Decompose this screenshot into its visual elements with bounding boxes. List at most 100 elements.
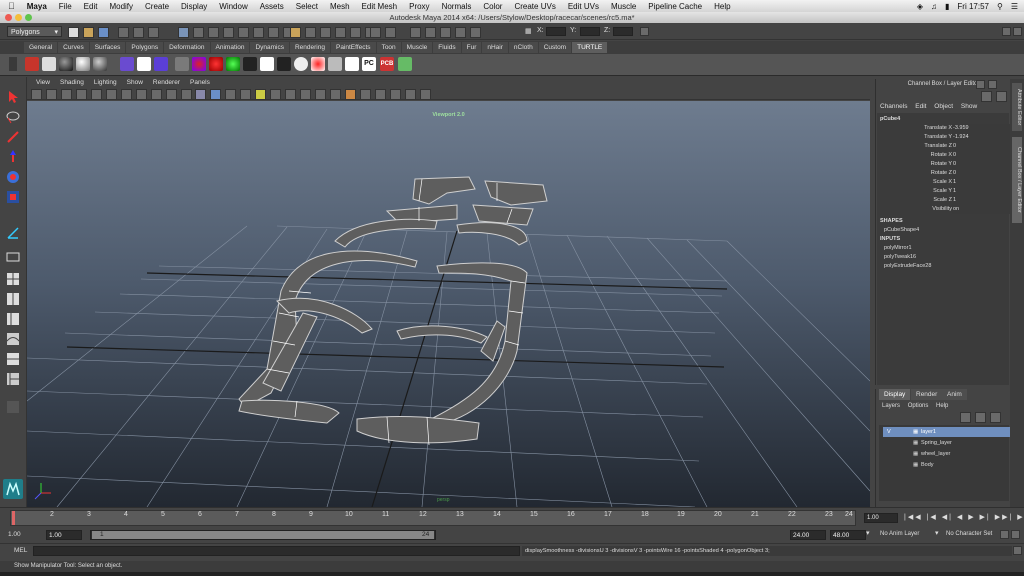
layout-hypershade-icon[interactable] [5, 351, 21, 367]
shelf-tab-ncloth[interactable]: nCloth [508, 42, 538, 53]
panel-close-icon[interactable] [988, 80, 997, 89]
rotate-tool-icon[interactable] [5, 169, 21, 185]
menu-assets[interactable]: Assets [254, 2, 290, 11]
isolate-select-icon[interactable] [345, 89, 357, 100]
edit-menu[interactable]: Edit [915, 103, 926, 110]
snap-point-icon[interactable] [334, 27, 346, 38]
select-hierarchy-icon[interactable] [118, 27, 129, 38]
snap-curve-icon[interactable] [319, 27, 331, 38]
manipulator-tool-icon[interactable] [5, 225, 21, 241]
zoom-window-button[interactable] [25, 14, 32, 21]
mask-joints-icon[interactable] [192, 27, 204, 38]
minimize-window-button[interactable] [15, 14, 22, 21]
sphere-color-icon[interactable] [192, 57, 206, 71]
anti-aliasing-icon[interactable] [315, 89, 327, 100]
lock-selection-icon[interactable] [290, 27, 301, 38]
attr-row-translate-z[interactable]: Translate Z0 [880, 142, 1010, 151]
layer-name[interactable]: layer1 [921, 427, 936, 437]
input-node[interactable]: polyExtrudeFace28 [880, 262, 1014, 271]
go-to-start-icon[interactable]: |◀◀ [904, 514, 923, 521]
perspective-viewport[interactable]: Viewport 2.0 persp [27, 101, 870, 507]
help-menu[interactable]: Help [936, 403, 948, 409]
character-set-dropdown-icon[interactable]: ▾ [935, 529, 939, 537]
shadows-icon[interactable] [270, 89, 282, 100]
layer-tab-anim[interactable]: Anim [942, 389, 967, 400]
attr-value[interactable]: 0 [952, 151, 1010, 160]
attr-row-scale-z[interactable]: Scale Z1 [880, 196, 1010, 205]
z-field[interactable] [613, 27, 633, 36]
sphere-green-icon[interactable] [226, 57, 240, 71]
viewport-menu-panels[interactable]: Panels [185, 79, 215, 86]
attr-value[interactable]: 1 [952, 178, 1010, 187]
lasso-tool-icon[interactable] [5, 109, 21, 125]
auto-key-icon[interactable] [1000, 530, 1009, 539]
soft-mod-tool-icon[interactable] [5, 249, 21, 265]
turtle-render-icon[interactable] [25, 57, 39, 71]
image-plane-icon[interactable] [75, 89, 87, 100]
mask-rendering-icon[interactable] [267, 27, 279, 38]
layer-name[interactable]: wheel_layer [921, 449, 950, 459]
step-back-frame-icon[interactable]: |◀ [927, 514, 938, 521]
step-back-key-icon[interactable]: ◀| [942, 514, 953, 521]
timeline-track[interactable]: 2 3 4 5 6 7 8 9 10 11 12 13 14 15 16 17 … [10, 510, 856, 526]
bookmarks-icon[interactable] [60, 89, 72, 100]
menu-muscle[interactable]: Muscle [605, 2, 642, 11]
toolbox-collapse-icon[interactable] [5, 399, 21, 415]
select-component-icon[interactable] [147, 27, 159, 38]
layer-color-swatch-icon[interactable]: ▦ [913, 449, 918, 459]
smooth-shade-icon[interactable] [210, 89, 222, 100]
anim-layer-dropdown[interactable]: No Anim Layer [880, 531, 919, 537]
menu-modify[interactable]: Modify [103, 2, 139, 11]
move-tool-icon[interactable] [5, 149, 21, 165]
menu-edit-uvs[interactable]: Edit UVs [562, 2, 605, 11]
menu-mesh[interactable]: Mesh [324, 2, 356, 11]
layer-color-swatch-icon[interactable]: ▦ [913, 427, 918, 437]
select-tool-icon[interactable] [5, 89, 21, 105]
xray-joints-icon[interactable] [374, 89, 386, 100]
play-forwards-icon[interactable]: ▶ [968, 514, 975, 521]
layout-single-icon[interactable] [5, 271, 21, 287]
attr-value[interactable]: 0 [952, 160, 1010, 169]
animation-preferences-icon[interactable] [1011, 530, 1020, 539]
safe-action-icon[interactable] [165, 89, 177, 100]
spotlight-search-icon[interactable]: ⚲ [997, 2, 1003, 11]
wireframe-on-shaded-icon[interactable] [225, 89, 237, 100]
step-forward-frame-icon[interactable]: ▶▶| [995, 514, 1014, 521]
shelf-tab-custom[interactable]: Custom [538, 42, 572, 53]
notification-center-icon[interactable]: ☰ [1011, 2, 1018, 11]
step-forward-key-icon[interactable]: ▶| [980, 514, 991, 521]
channel-box-tab[interactable]: Channel Box / Layer Editor [1012, 137, 1022, 223]
film-gate-icon[interactable] [105, 89, 117, 100]
input-node[interactable]: polyTweak16 [880, 253, 1014, 262]
shelf-tab-surfaces[interactable]: Surfaces [89, 42, 126, 53]
viewport-menu-shading[interactable]: Shading [55, 79, 89, 86]
hypershade-icon[interactable] [469, 27, 481, 38]
shelf-menu-icon[interactable] [9, 57, 17, 71]
dark-sphere-icon[interactable] [243, 57, 257, 71]
mask-handles-icon[interactable] [178, 27, 189, 38]
mask-deformations-icon[interactable] [237, 27, 249, 38]
current-frame-field[interactable]: 1.00 [864, 513, 898, 523]
viewport-menu-show[interactable]: Show [122, 79, 148, 86]
shape-node[interactable]: pCubeShape4 [880, 226, 1014, 235]
camera-attributes-icon[interactable] [45, 89, 57, 100]
scale-tool-icon[interactable] [5, 189, 21, 205]
show-menu[interactable]: Show [961, 103, 977, 110]
attribute-editor-tab[interactable]: Attribute Editor [1012, 83, 1022, 131]
torus-icon[interactable] [294, 57, 308, 71]
sphere-white-icon[interactable] [76, 57, 90, 71]
mask-dynamics-icon[interactable] [252, 27, 264, 38]
apple-icon[interactable]:  [0, 1, 21, 11]
shelf-tab-polygons[interactable]: Polygons [126, 42, 164, 53]
render-view-icon[interactable] [410, 27, 421, 38]
panel-float-icon[interactable] [976, 80, 985, 89]
split-icon[interactable] [154, 57, 168, 71]
menu-color[interactable]: Color [477, 2, 508, 11]
shelf-tab-fur[interactable]: Fur [461, 42, 482, 53]
xray-icon[interactable] [359, 89, 371, 100]
menu-create[interactable]: Create [139, 2, 175, 11]
sphere-gray-icon[interactable] [93, 57, 107, 71]
layer-color-swatch-icon[interactable]: ▦ [913, 438, 918, 448]
layout-persp-outliner-icon[interactable] [5, 371, 21, 387]
go-to-end-icon[interactable]: ▶▶ [1017, 514, 1024, 521]
